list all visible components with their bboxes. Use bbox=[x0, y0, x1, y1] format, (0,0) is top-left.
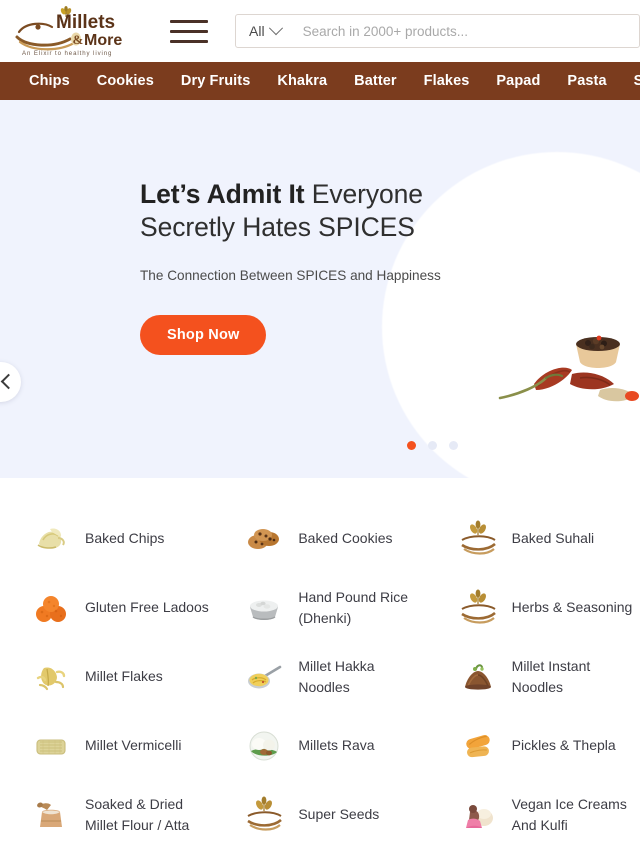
nav-item-khakra[interactable]: Khakra bbox=[277, 74, 327, 89]
category-label: Millets Rava bbox=[298, 737, 375, 754]
category-item-vegan-ice-creams-kulfi[interactable]: Vegan Ice Creams And Kulfi bbox=[427, 780, 640, 849]
category-label: Millet Instant Noodles bbox=[511, 658, 591, 695]
category-item-millet-flakes[interactable]: Millet Flakes bbox=[0, 642, 213, 711]
category-item-baked-chips[interactable]: Baked Chips bbox=[0, 504, 213, 573]
chevron-down-icon bbox=[268, 21, 283, 36]
millet-flakes-icon bbox=[30, 656, 72, 698]
search-scope-label: All bbox=[249, 23, 265, 39]
site-logo[interactable]: Millets & More An Elixir to healthy livi… bbox=[14, 6, 134, 58]
grain-stack-icon bbox=[457, 518, 499, 560]
category-label: Soaked & Dried Millet Flour / Atta bbox=[85, 796, 190, 833]
instant-noodles-icon bbox=[457, 656, 499, 698]
category-item-soaked-dried-millet-flour[interactable]: Soaked & Dried Millet Flour / Atta bbox=[0, 780, 213, 849]
thepla-roll-icon bbox=[457, 725, 499, 767]
category-label: Millet Vermicelli bbox=[85, 737, 182, 754]
search-bar: All bbox=[235, 14, 640, 48]
category-label: Pickles & Thepla bbox=[511, 737, 616, 754]
carousel-dot-3[interactable] bbox=[448, 441, 458, 450]
nav-item-dry-fruits[interactable]: Dry Fruits bbox=[181, 74, 251, 89]
ladoo-icon bbox=[30, 587, 72, 629]
svg-text:Millets: Millets bbox=[56, 12, 115, 33]
noodle-spoon-icon bbox=[243, 656, 285, 698]
spices-illustration bbox=[498, 335, 639, 402]
hero-subtitle: The Connection Between SPICES and Happin… bbox=[140, 267, 441, 283]
category-item-millet-vermicelli[interactable]: Millet Vermicelli bbox=[0, 711, 213, 780]
hamburger-bar bbox=[170, 19, 208, 23]
rice-bowl-icon bbox=[243, 587, 285, 629]
svg-text:An Elixir to healthy living: An Elixir to healthy living bbox=[22, 50, 112, 57]
category-item-super-seeds[interactable]: Super Seeds bbox=[213, 780, 426, 849]
category-item-millet-hakka-noodles[interactable]: Millet Hakka Noodles bbox=[213, 642, 426, 711]
nav-item-pasta[interactable]: Pasta bbox=[567, 74, 606, 89]
category-item-herbs-seasoning[interactable]: Herbs & Seasoning bbox=[427, 573, 640, 642]
hero-text-block: Let’s Admit It Everyone Secretly Hates S… bbox=[140, 178, 470, 356]
page-root: Millets & More An Elixir to healthy livi… bbox=[0, 0, 640, 853]
category-label: Hand Pound Rice (Dhenki) bbox=[298, 589, 409, 626]
nav-item-cookies[interactable]: Cookies bbox=[97, 74, 154, 89]
category-item-pickles-thepla[interactable]: Pickles & Thepla bbox=[427, 711, 640, 780]
nav-item-salt-sweet[interactable]: Salt & Sweet bbox=[634, 74, 640, 89]
nav-item-papad[interactable]: Papad bbox=[496, 74, 540, 89]
hero-carousel: Let’s Admit It Everyone Secretly Hates S… bbox=[0, 100, 640, 478]
category-label: Super Seeds bbox=[298, 806, 380, 823]
search-input[interactable] bbox=[290, 15, 639, 47]
category-label: Baked Suhali bbox=[511, 530, 595, 547]
search-scope-selector[interactable]: All bbox=[236, 15, 291, 47]
carousel-dot-1[interactable] bbox=[406, 441, 416, 450]
category-item-baked-cookies[interactable]: Baked Cookies bbox=[213, 504, 426, 573]
category-label: Vegan Ice Creams And Kulfi bbox=[511, 796, 627, 833]
category-item-millet-instant-noodles[interactable]: Millet Instant Noodles bbox=[427, 642, 640, 711]
category-item-gluten-free-ladoos[interactable]: Gluten Free Ladoos bbox=[0, 573, 213, 642]
nav-item-batter[interactable]: Batter bbox=[354, 74, 397, 89]
category-label: Millet Hakka Noodles bbox=[298, 658, 375, 695]
hero-title-bold: Let’s Admit It bbox=[140, 179, 305, 209]
flour-sack-icon bbox=[30, 794, 72, 836]
nav-item-flakes[interactable]: Flakes bbox=[424, 74, 470, 89]
category-grid: Baked Chips Baked Cookies Baked Suhali G… bbox=[0, 478, 640, 849]
logo-graphic: Millets & More An Elixir to healthy livi… bbox=[15, 6, 122, 57]
hero-title: Let’s Admit It Everyone Secretly Hates S… bbox=[140, 178, 470, 245]
shop-now-button[interactable]: Shop Now bbox=[140, 315, 267, 356]
category-navbar: Chips Cookies Dry Fruits Khakra Batter F… bbox=[0, 62, 640, 100]
grain-stack-icon bbox=[457, 587, 499, 629]
category-item-millets-rava[interactable]: Millets Rava bbox=[213, 711, 426, 780]
carousel-dots bbox=[0, 441, 640, 450]
baked-cookies-icon bbox=[243, 518, 285, 560]
nav-item-chips[interactable]: Chips bbox=[29, 74, 70, 89]
grain-stack-icon bbox=[243, 794, 285, 836]
category-item-hand-pound-rice[interactable]: Hand Pound Rice (Dhenki) bbox=[213, 573, 426, 642]
category-label: Baked Cookies bbox=[298, 530, 393, 547]
hamburger-bar bbox=[170, 39, 208, 43]
vermicelli-icon bbox=[30, 725, 72, 767]
site-header: Millets & More An Elixir to healthy livi… bbox=[0, 0, 640, 62]
svg-text:More: More bbox=[84, 32, 122, 49]
carousel-prev-button[interactable] bbox=[0, 362, 21, 402]
category-label: Millet Flakes bbox=[85, 668, 163, 685]
hamburger-bar bbox=[170, 29, 208, 33]
hamburger-icon[interactable] bbox=[170, 16, 208, 46]
category-label: Herbs & Seasoning bbox=[511, 599, 633, 616]
svg-text:&: & bbox=[73, 32, 84, 47]
ice-cream-icon bbox=[457, 794, 499, 836]
category-label: Gluten Free Ladoos bbox=[85, 599, 209, 616]
category-item-baked-suhali[interactable]: Baked Suhali bbox=[427, 504, 640, 573]
carousel-dot-2[interactable] bbox=[427, 441, 437, 450]
baked-chips-icon bbox=[30, 518, 72, 560]
category-label: Baked Chips bbox=[85, 530, 165, 547]
rava-plate-icon bbox=[243, 725, 285, 767]
